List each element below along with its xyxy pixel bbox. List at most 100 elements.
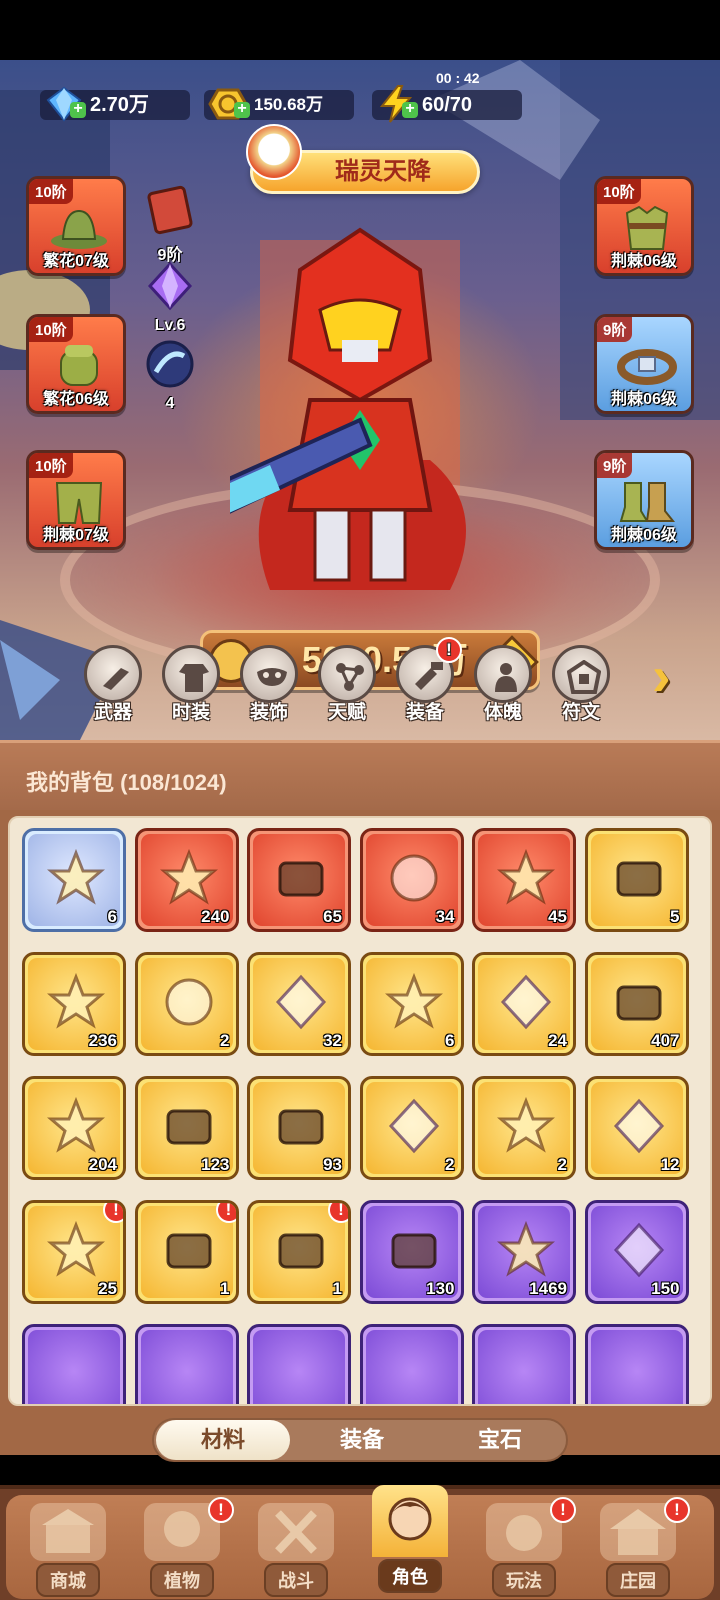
item-frame — [28, 1330, 120, 1404]
backpack-item[interactable]: 2 — [134, 952, 239, 1056]
lily-icon — [497, 1097, 555, 1153]
backpack-item[interactable]: 6 — [359, 952, 464, 1056]
add-energy-icon[interactable]: + — [402, 101, 418, 118]
backpack-item[interactable]: 6 — [22, 828, 126, 932]
prism-icon — [275, 974, 327, 1030]
backpack-item[interactable]: 1469 — [472, 1200, 576, 1304]
bottom-nav-bar: 商城 植物 ! 战斗 角色 玩法 ! 庄园 ! — [6, 1485, 714, 1599]
backpack-title: 我的背包 (108/1024) — [26, 770, 227, 795]
backpack-item[interactable]: 65 — [247, 828, 351, 932]
rune-knot-icon — [613, 1098, 664, 1154]
backpack-item-partial[interactable] — [22, 1324, 126, 1404]
hero-character[interactable] — [230, 210, 490, 630]
backpack-grid[interactable]: 6 240 65 34 45 5 236 2 32 6 24 407 204 123 93 2 2 12 25! 1!… — [8, 816, 712, 1406]
outfit-icon — [162, 645, 220, 703]
nav-battle[interactable]: 战斗 — [248, 1503, 344, 1599]
mini-item-label: Lv.6 — [154, 317, 186, 334]
notification-badge: ! — [103, 1203, 123, 1223]
filter-gems[interactable]: 宝石 — [432, 1420, 568, 1460]
backpack-item[interactable]: 1! — [134, 1200, 239, 1304]
nav-shop[interactable]: 商城 — [20, 1503, 116, 1599]
add-coin-icon[interactable]: + — [234, 101, 250, 118]
backpack-item[interactable]: 236 — [22, 952, 126, 1056]
next-tabs-arrow-icon[interactable]: › — [652, 648, 696, 706]
tab-weapon[interactable]: 武器 — [80, 645, 146, 724]
backpack-item[interactable]: 2 — [472, 1076, 576, 1180]
backpack-item[interactable]: 2 — [359, 1076, 464, 1180]
bouquet-icon — [47, 973, 105, 1029]
tab-outfit[interactable]: 时装 — [158, 645, 224, 724]
backpack-item[interactable]: 34 — [359, 828, 464, 932]
mini-item-book[interactable]: 9阶 — [142, 184, 198, 265]
nav-manor[interactable]: 庄园 ! — [590, 1497, 690, 1599]
equip-slot-hat[interactable]: 10阶 繁花07级 — [26, 176, 126, 276]
hero-scene: + 2.70万 + 150.68万 00 : 42 + 60/70 瑞灵天降 1… — [0, 60, 720, 740]
backpack-item[interactable]: 1! — [247, 1200, 351, 1304]
equip-slot-boots[interactable]: 9阶 荆棘06级 — [594, 450, 694, 550]
nav-character[interactable]: 角色 — [362, 1485, 458, 1593]
slot-level: 繁花06级 — [43, 391, 109, 408]
backpack-item-partial[interactable] — [472, 1324, 576, 1404]
key-icon — [165, 978, 212, 1026]
backpack-item[interactable]: 45 — [472, 828, 576, 932]
backpack-item[interactable]: 5 — [584, 828, 689, 932]
equip-slot-gloves[interactable]: 10阶 繁花06级 — [26, 314, 126, 414]
gloves-icon — [60, 345, 98, 386]
backpack-item[interactable]: 130 — [359, 1200, 464, 1304]
backpack-item[interactable]: 24 — [472, 952, 576, 1056]
nav-plant[interactable]: 植物 ! — [134, 1497, 234, 1599]
tab-decoration[interactable]: 装饰 — [236, 645, 302, 724]
backpack-item[interactable]: 25! — [22, 1200, 126, 1304]
backpack-item[interactable]: 32 — [247, 952, 351, 1056]
slot-level: 繁花07级 — [43, 253, 109, 270]
item-count: 240 — [201, 907, 230, 926]
amber-gem-icon — [388, 1098, 439, 1154]
backpack-item[interactable]: 12 — [584, 1076, 689, 1180]
backpack-item-partial[interactable] — [584, 1324, 689, 1404]
nav-label: 植物 — [150, 1563, 214, 1597]
belt-icon — [617, 349, 677, 385]
nav-label: 商城 — [36, 1563, 100, 1597]
backpack-item[interactable]: 150 — [584, 1200, 689, 1304]
item-count: 150 — [651, 1279, 680, 1298]
chest-icon — [166, 1233, 211, 1269]
notification-badge: ! — [436, 637, 462, 663]
equip-slot-armor[interactable]: 10阶 荆棘06级 — [594, 176, 694, 276]
tab-rune[interactable]: 符文 — [548, 645, 614, 724]
purple-gem-icon — [147, 261, 193, 311]
mask-icon — [240, 645, 298, 703]
tab-equipment[interactable]: 装备 ! — [392, 637, 462, 724]
coin-counter[interactable]: + 150.68万 — [204, 88, 354, 120]
shop-icon — [30, 1503, 106, 1561]
item-count: 1 — [220, 1279, 230, 1298]
tab-physique[interactable]: 体魄 — [470, 645, 536, 724]
item-filter[interactable]: 材料 装备 宝石 — [152, 1418, 568, 1462]
nav-gameplay[interactable]: 玩法 ! — [476, 1497, 576, 1599]
energy-counter[interactable]: + 60/70 — [372, 85, 522, 123]
talent-icon — [318, 645, 376, 703]
mini-item-gem[interactable]: Lv.6 — [142, 260, 198, 335]
backpack-item[interactable]: 123 — [134, 1076, 239, 1180]
add-diamond-icon[interactable]: + — [70, 101, 86, 118]
backpack-item-partial[interactable] — [247, 1324, 351, 1404]
equip-slot-pants[interactable]: 10阶 荆棘07级 — [26, 450, 126, 550]
backpack-item-partial[interactable] — [359, 1324, 464, 1404]
backpack-item[interactable]: 93 — [247, 1076, 351, 1180]
golden-flower-icon — [384, 973, 443, 1029]
weapon-chest-icon — [278, 1233, 324, 1269]
diamond-counter[interactable]: + 2.70万 — [40, 86, 190, 122]
armor-icon — [625, 205, 669, 250]
backpack-item[interactable]: 407 — [584, 952, 689, 1056]
slot-tier: 10阶 — [597, 179, 641, 204]
backpack-item[interactable]: 240 — [134, 828, 239, 932]
slot-level: 荆棘07级 — [43, 527, 109, 544]
filter-equipment[interactable]: 装备 — [294, 1420, 430, 1460]
tab-talent[interactable]: 天赋 — [314, 645, 380, 724]
equip-slot-belt[interactable]: 9阶 荆棘06级 — [594, 314, 694, 414]
backpack-item-partial[interactable] — [134, 1324, 239, 1404]
flame-icon — [47, 1221, 105, 1277]
filter-materials[interactable]: 材料 — [156, 1420, 290, 1460]
item-count: 34 — [435, 907, 455, 926]
backpack-item[interactable]: 204 — [22, 1076, 126, 1180]
mini-item-orb[interactable]: 4 — [142, 338, 198, 413]
